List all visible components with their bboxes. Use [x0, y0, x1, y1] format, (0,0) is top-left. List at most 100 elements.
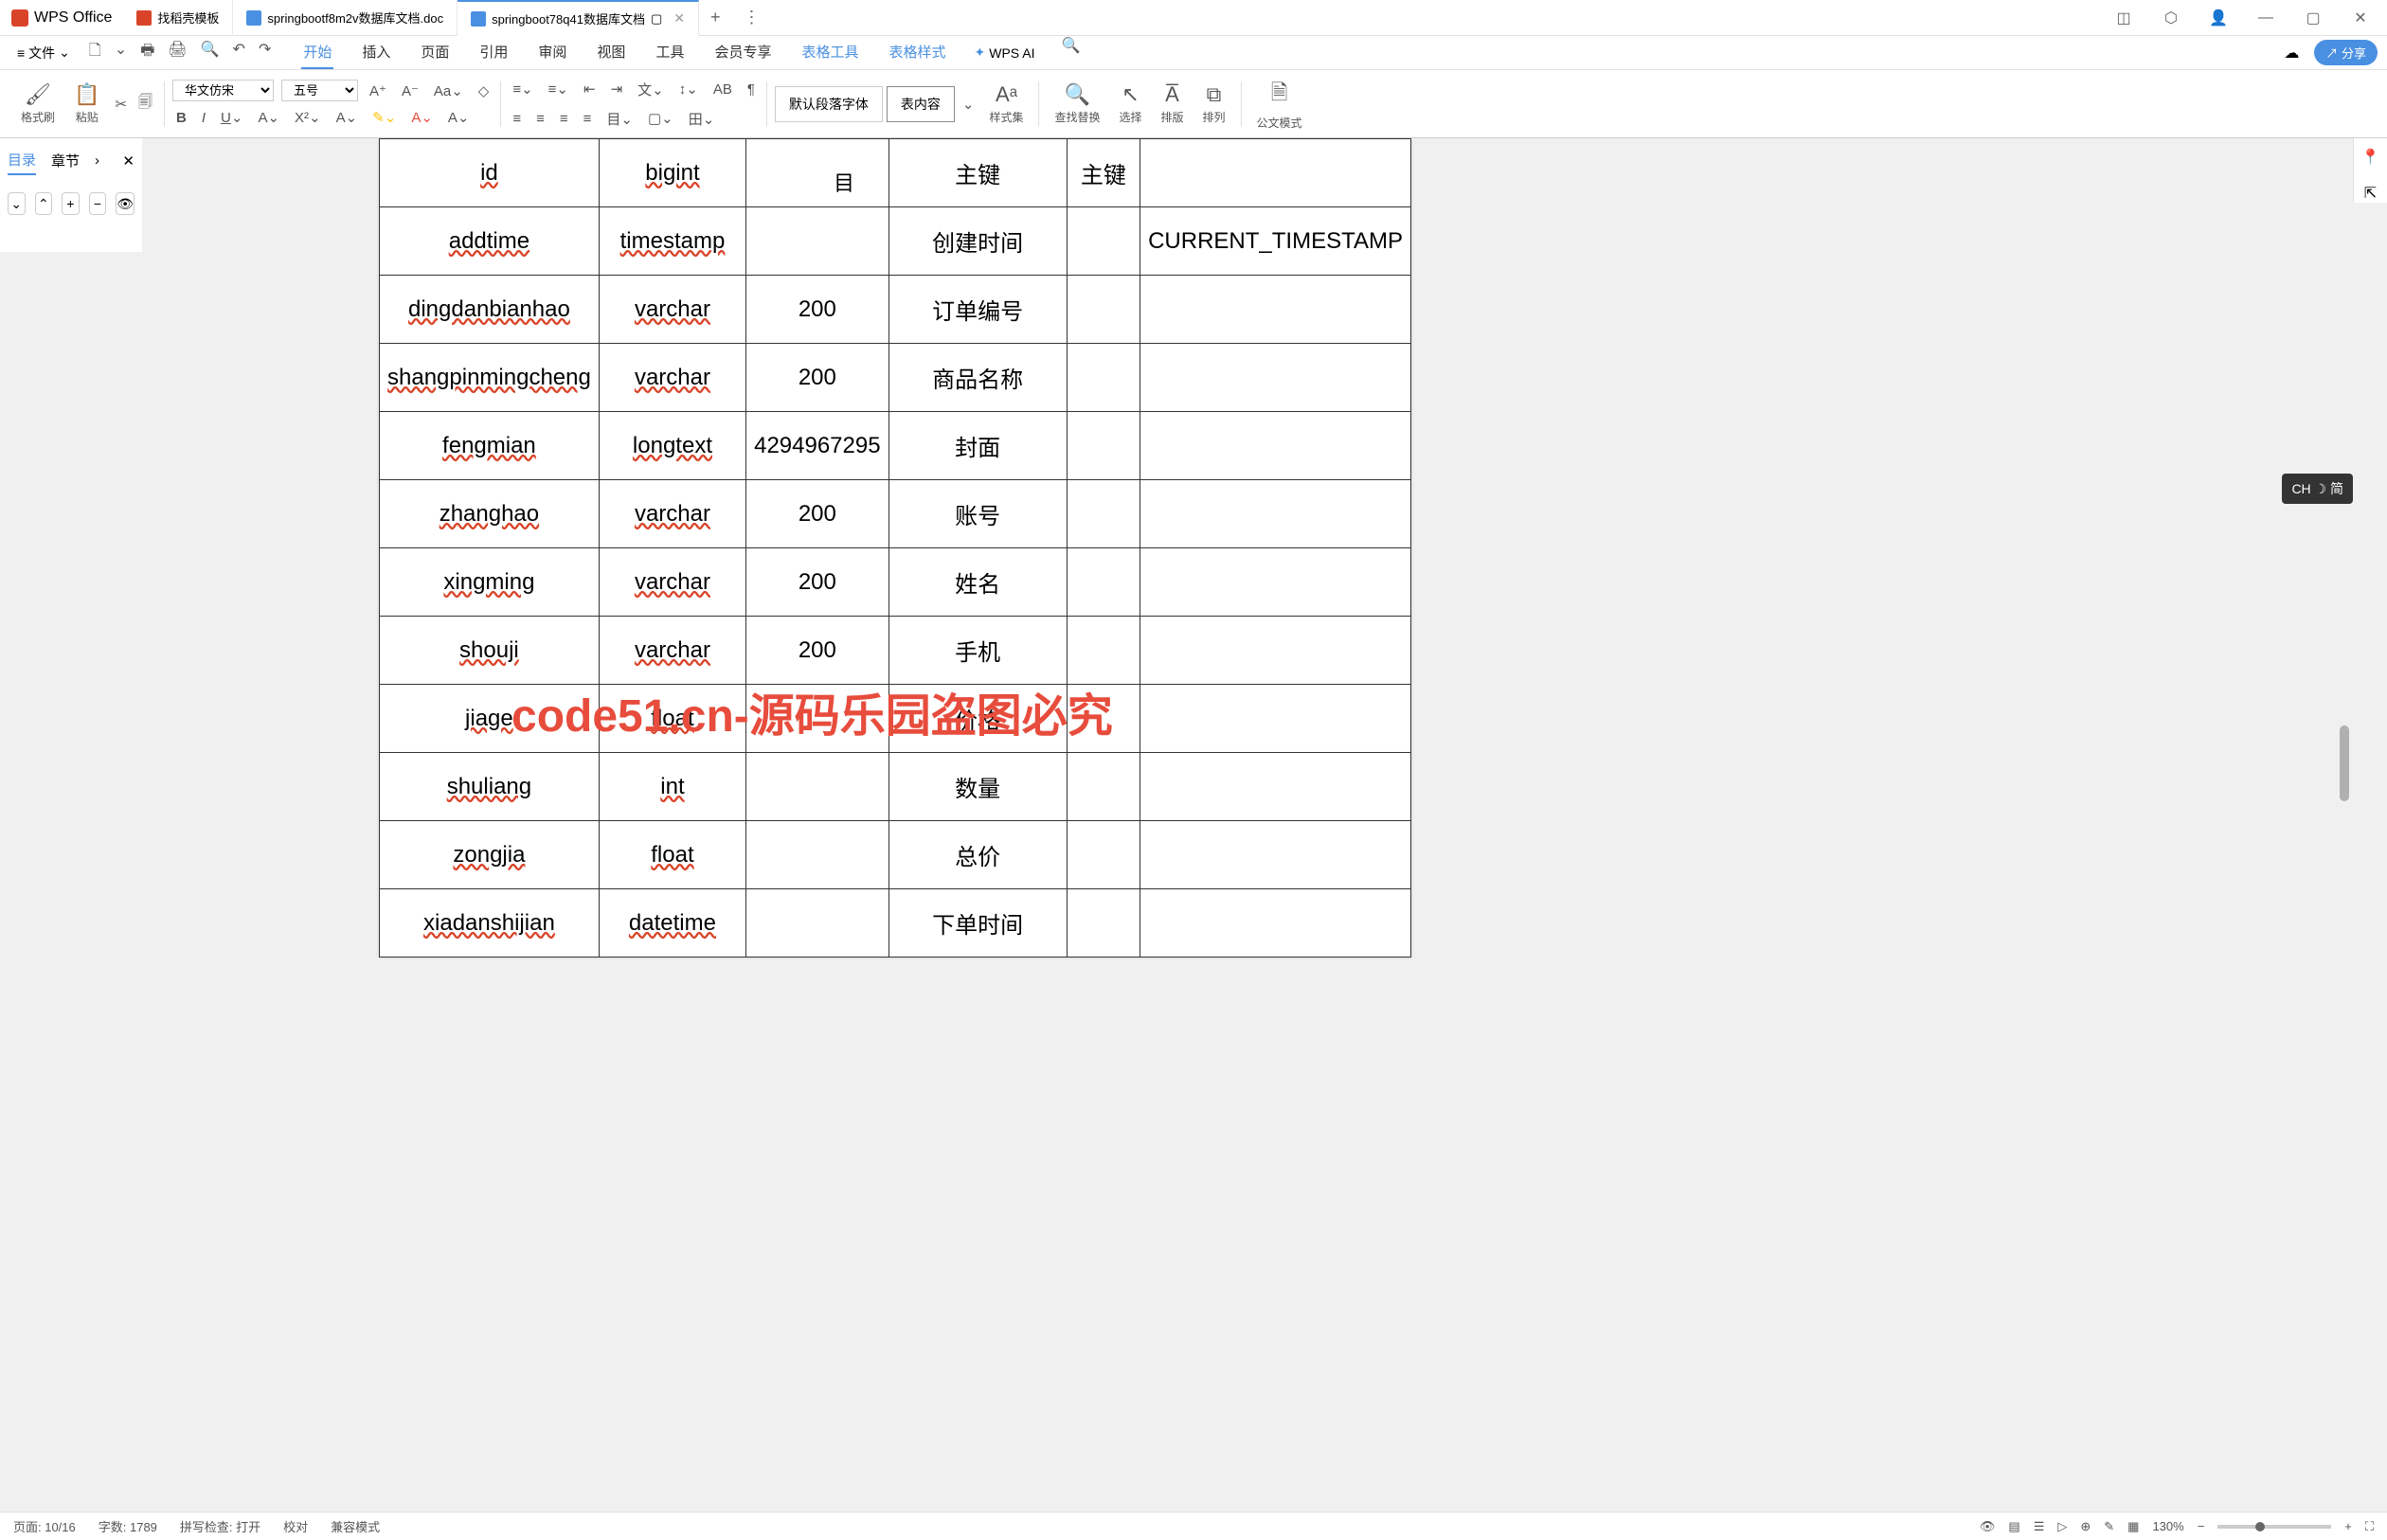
italic-icon[interactable]: I [198, 108, 209, 128]
justify-icon[interactable]: ≡ [580, 109, 596, 129]
table-cell[interactable]: xingming [380, 548, 600, 617]
menu-tab-start[interactable]: 开始 [301, 36, 333, 69]
tab-template[interactable]: 找稻壳模板 [123, 0, 233, 36]
table-cell[interactable] [1067, 685, 1140, 753]
table-cell[interactable]: id [380, 139, 600, 207]
table-cell[interactable]: 200 [746, 344, 888, 412]
maximize-button[interactable]: ▢ [2298, 3, 2328, 33]
clip-icon[interactable]: ✎ [2104, 1519, 2114, 1534]
table-row[interactable]: xiadanshijiandatetime下单时间 [380, 889, 1411, 958]
table-cell[interactable] [1140, 412, 1411, 480]
table-cell[interactable]: zhanghao [380, 480, 600, 548]
table-row[interactable]: jiagefloat价格 [380, 685, 1411, 753]
table-cell[interactable]: 创建时间 [888, 207, 1067, 276]
vertical-scrollbar[interactable] [2338, 138, 2351, 1512]
search-icon[interactable]: 🔍 [1061, 36, 1080, 69]
cube-icon[interactable]: ⬡ [2156, 3, 2186, 33]
globe-icon[interactable]: ⊕ [2080, 1519, 2091, 1534]
table-row[interactable]: fengmianlongtext4294967295封面 [380, 412, 1411, 480]
table-cell[interactable]: 主键 [1067, 139, 1140, 207]
table-row[interactable]: addtimetimestamp创建时间CURRENT_TIMESTAMP [380, 207, 1411, 276]
zoom-in-icon[interactable]: + [2344, 1519, 2352, 1533]
menu-tab-table-tools[interactable]: 表格工具 [799, 36, 860, 69]
text-effect-icon[interactable]: A⌄ [332, 107, 362, 128]
tab-add-button[interactable]: + [699, 8, 732, 27]
distribute-icon[interactable]: 目⌄ [602, 107, 637, 131]
table-cell[interactable]: varchar [599, 548, 745, 617]
table-cell[interactable] [1067, 276, 1140, 344]
menu-tab-page[interactable]: 页面 [419, 36, 451, 69]
wps-ai-button[interactable]: ✦ WPS AI [975, 36, 1035, 69]
shading-icon[interactable]: ▢⌄ [644, 108, 677, 129]
font-size-select[interactable]: 五号 [281, 80, 358, 101]
increase-indent-icon[interactable]: ⇥ [607, 79, 627, 99]
play-icon[interactable]: ▷ [2057, 1519, 2067, 1534]
new-doc-icon[interactable]: 🗋 [89, 40, 101, 65]
arrange-group[interactable]: ⧉ 排列 [1195, 82, 1233, 125]
copy-icon[interactable]: 🗐 [135, 90, 156, 117]
view-page-icon[interactable]: ▤ [2008, 1519, 2019, 1534]
table-cell[interactable]: timestamp [599, 207, 745, 276]
table-cell[interactable] [746, 685, 888, 753]
table-cell[interactable]: shangpinmingcheng [380, 344, 600, 412]
table-cell[interactable]: 姓名 [888, 548, 1067, 617]
table-cell[interactable]: 商品名称 [888, 344, 1067, 412]
table-cell[interactable]: shuliang [380, 753, 600, 821]
table-cell[interactable]: 价格 [888, 685, 1067, 753]
style-expand-icon[interactable]: ⌄ [959, 94, 978, 115]
menu-tab-member[interactable]: 会员专享 [712, 36, 773, 69]
nav-plus-icon[interactable]: + [62, 192, 80, 215]
format-brush-group[interactable]: 🖌 格式刷 [13, 82, 63, 125]
cloud-icon[interactable]: ☁ [2284, 44, 2299, 63]
style-content[interactable]: 表内容 [887, 86, 955, 122]
table-cell[interactable]: int [599, 753, 745, 821]
borders-icon[interactable]: 田⌄ [685, 107, 719, 131]
table-cell[interactable]: dingdanbianhao [380, 276, 600, 344]
close-button[interactable]: ✕ [2345, 3, 2376, 33]
menu-tab-ref[interactable]: 引用 [477, 36, 510, 69]
close-icon[interactable]: ✕ [122, 152, 135, 170]
table-cell[interactable] [1140, 685, 1411, 753]
table-row[interactable]: dingdanbianhaovarchar200订单编号 [380, 276, 1411, 344]
text-direction-icon[interactable]: 文⌄ [634, 78, 668, 101]
table-row[interactable]: zhanghaovarchar200账号 [380, 480, 1411, 548]
status-proof[interactable]: 校对 [283, 1517, 308, 1535]
style-default[interactable]: 默认段落字体 [775, 86, 883, 122]
table-cell[interactable] [1067, 821, 1140, 889]
table-cell[interactable] [1067, 480, 1140, 548]
view-outline-icon[interactable]: ☰ [2034, 1519, 2045, 1534]
status-words[interactable]: 字数: 1789 [99, 1517, 157, 1535]
table-cell[interactable]: xiadanshijian [380, 889, 600, 958]
layout-group[interactable]: A̅ 排版 [1154, 82, 1192, 125]
style-set-group[interactable]: Aᵃ 样式集 [981, 82, 1031, 125]
table-cell[interactable]: 订单编号 [888, 276, 1067, 344]
table-cell[interactable] [746, 889, 888, 958]
status-page[interactable]: 页面: 10/16 [13, 1517, 76, 1535]
table-row[interactable]: zongjiafloat总价 [380, 821, 1411, 889]
increase-font-icon[interactable]: A⁺ [366, 81, 390, 101]
find-replace-group[interactable]: 🔍 查找替换 [1047, 82, 1107, 125]
undo-icon[interactable]: ↶ [233, 40, 245, 65]
expand-icon[interactable]: ⇱ [2364, 184, 2377, 203]
nav-eye-icon[interactable]: 👁 [116, 192, 135, 215]
eye-icon[interactable]: 👁 [1980, 1519, 1996, 1534]
open-icon[interactable]: ⌄ [115, 40, 127, 65]
table-cell[interactable]: jiage [380, 685, 600, 753]
nav-tab-toc[interactable]: 目录 [8, 146, 36, 175]
table-cell[interactable]: CURRENT_TIMESTAMP [1140, 207, 1411, 276]
table-cell[interactable] [1140, 344, 1411, 412]
window-box-icon[interactable]: ◫ [2109, 3, 2139, 33]
select-group[interactable]: ↖ 选择 [1112, 82, 1150, 125]
table-cell[interactable]: varchar [599, 617, 745, 685]
table-cell[interactable]: 200 [746, 548, 888, 617]
table-cell[interactable] [1140, 617, 1411, 685]
table-cell[interactable]: fengmian [380, 412, 600, 480]
table-cell[interactable]: varchar [599, 344, 745, 412]
table-cell[interactable] [746, 753, 888, 821]
print-icon[interactable]: 🖨 [168, 40, 187, 65]
nav-down-icon[interactable]: ⌄ [8, 192, 26, 215]
table-cell[interactable] [1067, 344, 1140, 412]
table-cell[interactable]: 账号 [888, 480, 1067, 548]
tab-doc-1[interactable]: springbootf8m2v数据库文档.doc [233, 0, 458, 36]
highlight-icon[interactable]: ✎⌄ [368, 107, 400, 128]
